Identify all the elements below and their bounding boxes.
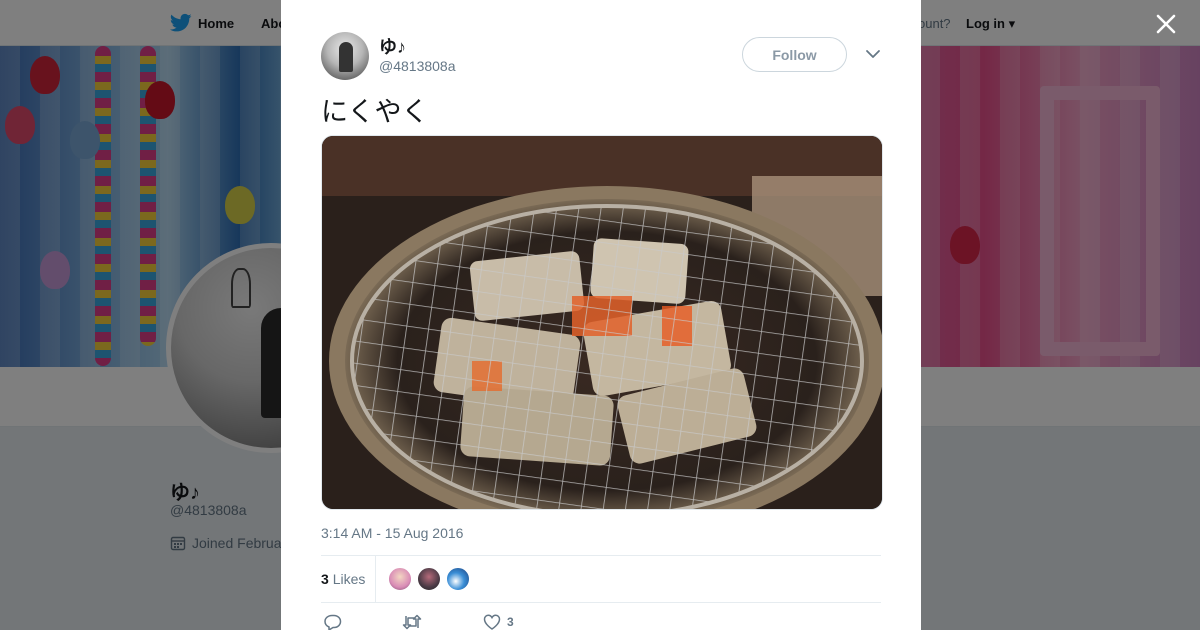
like-button[interactable]: 3 xyxy=(483,614,514,630)
tweet-text: にくやく xyxy=(321,97,429,128)
liker-avatar[interactable] xyxy=(446,567,471,591)
follow-button[interactable]: Follow xyxy=(742,37,847,72)
chevron-down-icon[interactable] xyxy=(863,44,883,64)
divider xyxy=(321,602,881,603)
likes-summary[interactable]: 3 Likes xyxy=(321,571,375,587)
tweet-modal: ゆ♪ @4813808a Follow にくやく 3:14 AM - 15 Au… xyxy=(281,0,921,630)
likes-label: Likes xyxy=(332,571,366,587)
author-avatar[interactable] xyxy=(321,32,369,80)
reply-icon xyxy=(324,614,342,630)
like-count: 3 xyxy=(507,615,514,629)
tweet-photo[interactable] xyxy=(321,135,883,510)
reply-button[interactable] xyxy=(324,614,342,630)
tweet-actions: 3 xyxy=(321,612,881,630)
grill-illustration xyxy=(322,136,882,509)
close-icon[interactable] xyxy=(1152,10,1180,38)
vertical-divider xyxy=(375,556,377,602)
liker-avatar[interactable] xyxy=(417,567,442,591)
retweet-button[interactable] xyxy=(402,614,422,630)
retweet-icon xyxy=(402,614,422,630)
tweet-timestamp[interactable]: 3:14 AM - 15 Aug 2016 xyxy=(321,525,463,541)
liker-avatar[interactable] xyxy=(388,567,413,591)
likes-row: 3 Likes xyxy=(321,556,881,602)
heart-icon xyxy=(483,614,501,630)
author-handle[interactable]: @4813808a xyxy=(379,58,456,74)
author-name[interactable]: ゆ♪ xyxy=(379,33,406,59)
likes-count: 3 xyxy=(321,571,329,587)
